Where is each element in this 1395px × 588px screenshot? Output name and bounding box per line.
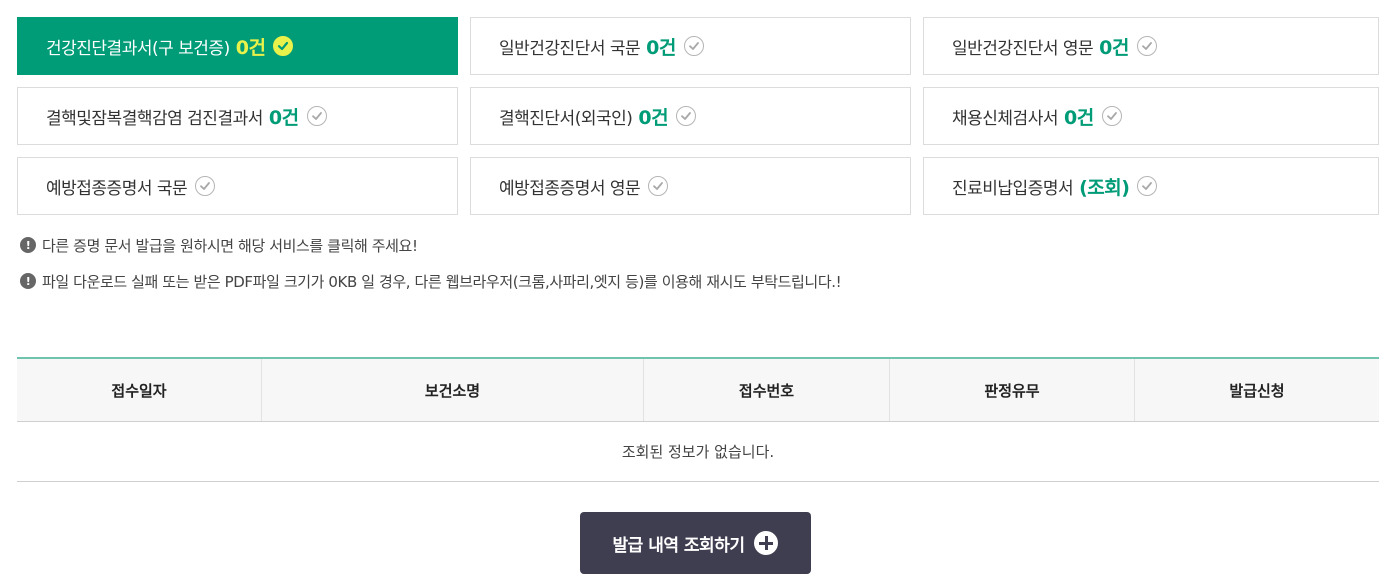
check-icon: [676, 106, 697, 126]
tab-count: 0건: [646, 36, 676, 59]
check-icon: [1137, 176, 1158, 196]
tab-count: 0건: [268, 106, 299, 129]
notice-item: ! 파일 다운로드 실패 또는 받은 PDF파일 크기가 0KB 일 경우, 다…: [20, 269, 842, 293]
issuance-table: 접수일자 보건소명 접수번호 판정유무 발급신청 조회된 정보가 없습니다.: [17, 357, 1379, 482]
tab-label: 일반건강진단서 영문: [952, 38, 1094, 59]
tab-count: 0건: [638, 106, 669, 129]
issue-history-button[interactable]: 발급 내역 조회하기: [580, 512, 811, 574]
tab-tb-latent-screening[interactable]: 결핵및잠복결핵감염 검진결과서 0건: [17, 87, 458, 145]
tab-count: (조회): [1079, 176, 1130, 199]
notice-text: 파일 다운로드 실패 또는 받은 PDF파일 크기가 0KB 일 경우, 다른 …: [42, 272, 842, 291]
table-header: 접수일자 보건소명 접수번호 판정유무 발급신청: [17, 359, 1379, 422]
tab-count: 0건: [235, 36, 266, 59]
tab-label: 건강진단결과서(구 보건증): [46, 38, 230, 59]
notice-item: ! 다른 증명 문서 발급을 원하시면 해당 서비스를 클릭해 주세요!: [20, 233, 841, 257]
column-header-date: 접수일자: [17, 359, 262, 421]
tab-vaccination-korean[interactable]: 예방접종증명서 국문: [17, 157, 458, 215]
exclamation-circle-icon: !: [20, 237, 36, 253]
plus-circle-icon: [754, 531, 779, 555]
tab-health-certificate[interactable]: 건강진단결과서(구 보건증) 0건: [17, 17, 458, 75]
tab-general-health-korean[interactable]: 일반건강진단서 국문 0건: [470, 17, 911, 75]
column-header-issue-request: 발급신청: [1229, 381, 1285, 400]
certificate-tabs: 건강진단결과서(구 보건증) 0건 일반건강진단서 국문 0건 일반건강진단서 …: [17, 17, 1379, 215]
tab-tb-diagnosis-foreigner[interactable]: 결핵진단서(외국인) 0건: [470, 87, 911, 145]
empty-message: 조회된 정보가 없습니다.: [17, 422, 1379, 482]
tab-count: 0건: [1099, 36, 1129, 59]
column-header-judgment: 판정유무: [890, 359, 1135, 421]
notice-text: 다른 증명 문서 발급을 원하시면 해당 서비스를 클릭해 주세요!: [42, 236, 418, 255]
column-header-receipt-number: 접수번호: [644, 359, 890, 421]
tab-label: 진료비납입증명서: [952, 178, 1074, 199]
check-icon: [306, 106, 327, 126]
check-icon: [648, 176, 669, 196]
column-header-health-center: 보건소명: [262, 359, 644, 421]
tab-vaccination-english[interactable]: 예방접종증명서 영문: [470, 157, 911, 215]
check-icon: [683, 36, 704, 56]
tab-general-health-english[interactable]: 일반건강진단서 영문 0건: [923, 17, 1379, 75]
check-icon: [273, 36, 294, 56]
tab-medical-payment[interactable]: 진료비납입증명서 (조회): [923, 157, 1379, 215]
tab-employment-physical[interactable]: 채용신체검사서 0건: [923, 87, 1379, 145]
tab-label: 결핵진단서(외국인): [499, 108, 633, 129]
tab-count: 0건: [1063, 106, 1094, 129]
check-icon: [195, 176, 216, 196]
tab-label: 예방접종증명서 영문: [499, 178, 641, 199]
tab-label: 예방접종증명서 국문: [46, 178, 188, 199]
exclamation-circle-icon: !: [20, 273, 36, 289]
tab-label: 일반건강진단서 국문: [499, 38, 641, 59]
notice-list: ! 다른 증명 문서 발급을 원하시면 해당 서비스를 클릭해 주세요! ! 파…: [20, 233, 842, 305]
check-icon: [1136, 36, 1157, 56]
tab-label: 채용신체검사서: [952, 108, 1058, 129]
tab-label: 결핵및잠복결핵감염 검진결과서: [46, 108, 263, 129]
check-icon: [1101, 106, 1122, 126]
issue-history-label: 발급 내역 조회하기: [612, 535, 745, 556]
